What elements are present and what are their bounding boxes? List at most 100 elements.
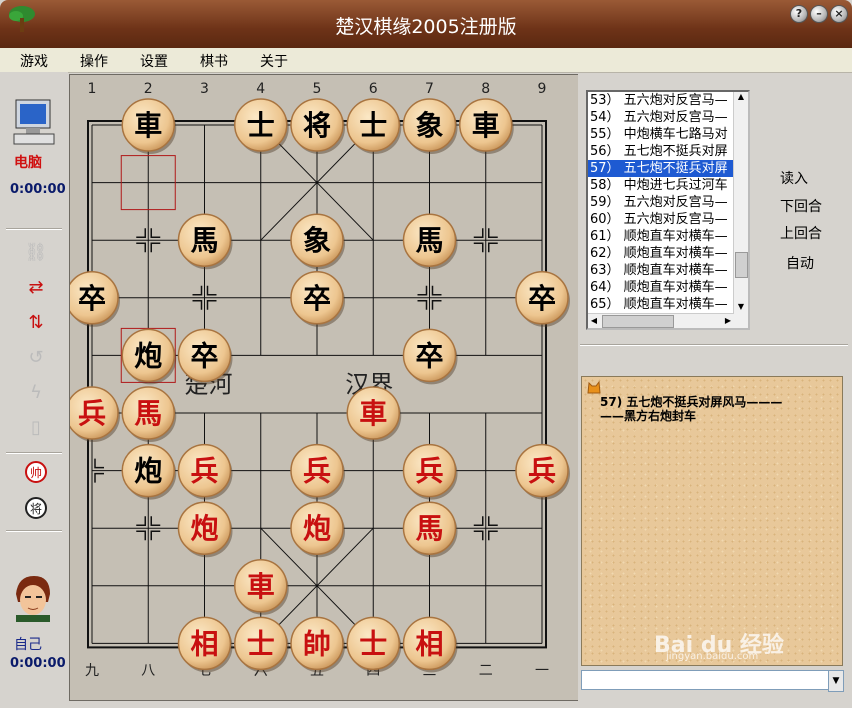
- flip-board-icon[interactable]: ⇅: [24, 312, 48, 334]
- chess-board[interactable]: 楚河汉界123456789九八七六五四三二一車士将士象車馬象馬卒卒卒炮卒卒兵馬車…: [65, 74, 579, 701]
- opening-list-item[interactable]: 65） 顺炮直车对横车—: [588, 296, 748, 313]
- piece-black[interactable]: 炮: [121, 328, 177, 385]
- opening-list-item[interactable]: 61） 顺炮直车对横车—: [588, 228, 748, 245]
- red-king-icon[interactable]: 帅: [24, 460, 48, 484]
- menu-settings[interactable]: 设置: [140, 51, 168, 71]
- piece-red[interactable]: 士: [346, 616, 402, 673]
- piece-red[interactable]: 兵: [65, 386, 120, 442]
- book-icon[interactable]: ▯: [24, 417, 48, 439]
- piece-red[interactable]: 馬: [121, 386, 177, 442]
- piece-red[interactable]: 相: [402, 616, 458, 673]
- list-vertical-scrollbar[interactable]: ▲ ▼: [733, 92, 748, 328]
- position-mark: [417, 300, 428, 310]
- menu-game[interactable]: 游戏: [20, 51, 48, 71]
- opening-list-item[interactable]: 58） 中炮进七兵过河车: [588, 177, 748, 194]
- opening-list-item[interactable]: 55） 中炮横车七路马对: [588, 126, 748, 143]
- piece-label: 炮: [190, 512, 218, 545]
- piece-red[interactable]: 炮: [290, 501, 345, 558]
- piece-label: 兵: [190, 455, 218, 488]
- top-player-timer: 0:00:00: [10, 182, 66, 197]
- piece-label: 士: [247, 109, 275, 142]
- position-mark: [488, 242, 498, 253]
- close-button[interactable]: ×: [830, 5, 848, 23]
- piece-red[interactable]: 兵: [402, 443, 458, 500]
- auto-button[interactable]: 自动: [786, 253, 814, 273]
- piece-label: 兵: [303, 455, 331, 488]
- position-mark: [136, 516, 146, 526]
- menu-operate[interactable]: 操作: [80, 51, 108, 71]
- bottom-player-name: 自己: [14, 637, 42, 653]
- scroll-up-icon[interactable]: ▲: [734, 92, 748, 104]
- piece-red[interactable]: 士: [234, 616, 289, 673]
- black-king-icon[interactable]: 将: [24, 496, 48, 520]
- svg-text:帅: 帅: [30, 466, 42, 480]
- column-number-top: 6: [369, 81, 378, 97]
- piece-black[interactable]: 炮: [121, 443, 177, 500]
- piece-red[interactable]: 相: [177, 616, 233, 673]
- chevron-down-icon[interactable]: ▼: [828, 670, 844, 692]
- scroll-left-icon[interactable]: ◀: [588, 314, 600, 328]
- piece-black[interactable]: 士: [234, 98, 289, 154]
- piece-red[interactable]: 兵: [515, 443, 570, 500]
- next-round-button[interactable]: 下回合: [780, 196, 822, 216]
- piece-black[interactable]: 馬: [402, 213, 458, 270]
- h-scroll-thumb[interactable]: [602, 315, 674, 328]
- column-number-top: 5: [313, 81, 322, 97]
- player-avatar: [10, 572, 56, 622]
- piece-black[interactable]: 卒: [515, 271, 570, 327]
- opening-list-item[interactable]: 57） 五七炮不挺兵对屏: [588, 160, 748, 177]
- piece-black[interactable]: 卒: [402, 328, 458, 385]
- opening-list-item[interactable]: 64） 顺炮直车对横车—: [588, 279, 748, 296]
- piece-black[interactable]: 象: [290, 213, 345, 270]
- piece-black[interactable]: 象: [402, 98, 458, 154]
- opening-list[interactable]: 53） 五六炮对反宫马— 54） 五六炮对反宫马— 55） 中炮横车七路马对 56） …: [586, 90, 750, 330]
- piece-red[interactable]: 兵: [177, 443, 233, 500]
- piece-black[interactable]: 士: [346, 98, 402, 154]
- position-mark: [431, 285, 442, 296]
- piece-label: 馬: [415, 224, 443, 257]
- piece-label: 卒: [415, 339, 443, 372]
- piece-black[interactable]: 馬: [177, 213, 233, 270]
- piece-label: 馬: [415, 512, 443, 545]
- piece-label: 卒: [528, 282, 556, 315]
- swap-arrows-icon[interactable]: ⇄: [24, 277, 48, 299]
- position-mark: [473, 228, 484, 238]
- minimize-button[interactable]: –: [810, 5, 828, 23]
- menu-chess-book[interactable]: 棋书: [200, 51, 228, 71]
- piece-black[interactable]: 卒: [290, 271, 345, 327]
- prev-round-button[interactable]: 上回合: [780, 223, 822, 243]
- piece-black[interactable]: 卒: [65, 271, 120, 327]
- undo-icon[interactable]: ↺: [24, 347, 48, 369]
- comment-combo-input[interactable]: [581, 670, 829, 690]
- piece-black[interactable]: 車: [121, 98, 177, 154]
- list-horizontal-scrollbar[interactable]: ◀ ▶: [588, 313, 734, 328]
- column-number-bottom: 九: [85, 663, 99, 679]
- piece-label: 卒: [303, 282, 331, 315]
- link-icon[interactable]: ⛓: [24, 242, 48, 264]
- piece-black[interactable]: 将: [290, 98, 345, 154]
- help-button[interactable]: ?: [790, 5, 808, 23]
- scroll-down-icon[interactable]: ▼: [734, 302, 748, 314]
- piece-red[interactable]: 帥: [290, 616, 345, 673]
- piece-red[interactable]: 炮: [177, 501, 233, 558]
- opening-list-item[interactable]: 60） 五六炮对反宫马—: [588, 211, 748, 228]
- scroll-thumb[interactable]: [735, 252, 748, 278]
- menu-about[interactable]: 关于: [260, 51, 288, 71]
- lightning-icon[interactable]: ϟ: [24, 382, 48, 404]
- load-button[interactable]: 读入: [780, 168, 808, 188]
- piece-red[interactable]: 車: [346, 386, 402, 442]
- opening-list-item[interactable]: 59） 五六炮对反宫马—: [588, 194, 748, 211]
- piece-black[interactable]: 車: [459, 98, 514, 154]
- piece-label: 象: [415, 109, 443, 142]
- opening-list-item[interactable]: 54） 五六炮对反宫马—: [588, 109, 748, 126]
- scroll-right-icon[interactable]: ▶: [722, 314, 734, 328]
- opening-list-item[interactable]: 62） 顺炮直车对横车—: [588, 245, 748, 262]
- piece-red[interactable]: 車: [234, 559, 289, 615]
- opening-list-item[interactable]: 63） 顺炮直车对横车—: [588, 262, 748, 279]
- piece-red[interactable]: 兵: [290, 443, 345, 500]
- opening-list-item[interactable]: 56） 五七炮不挺兵对屏: [588, 143, 748, 160]
- piece-red[interactable]: 馬: [402, 501, 458, 558]
- opening-list-item[interactable]: 53） 五六炮对反宫马—: [588, 92, 748, 109]
- piece-label: 車: [247, 570, 275, 603]
- piece-label: 士: [247, 627, 275, 660]
